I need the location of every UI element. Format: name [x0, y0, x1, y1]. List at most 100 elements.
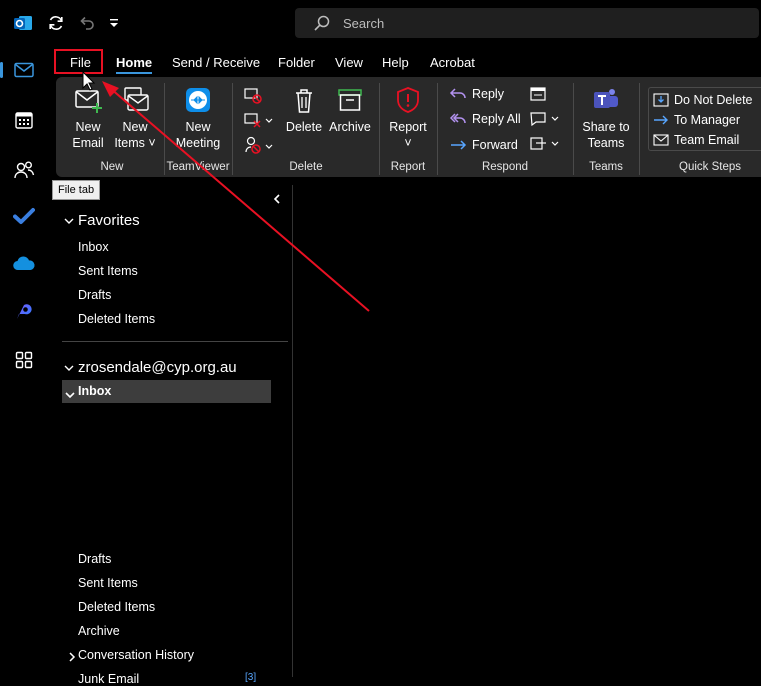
clean-up-icon[interactable]: [244, 111, 274, 132]
folder-junk-email[interactable]: Junk Email: [78, 672, 139, 686]
favorite-deleted-items[interactable]: Deleted Items: [78, 312, 155, 326]
new-email-icon: [75, 90, 102, 113]
archive-label: Archive: [329, 120, 371, 134]
loop-app-button[interactable]: [4, 294, 44, 330]
reply-all-arrow-icon: [449, 113, 466, 124]
more-apps-button[interactable]: [4, 342, 44, 378]
people-icon: [14, 161, 35, 179]
chevron-down-icon: [64, 212, 78, 229]
onedrive-app-button[interactable]: [4, 246, 44, 282]
im-reply-icon[interactable]: [530, 111, 560, 130]
reply-button[interactable]: Reply: [449, 87, 504, 101]
folder-sent-items[interactable]: Sent Items: [78, 576, 138, 590]
reply-all-label: Reply All: [472, 112, 521, 126]
folder-drafts[interactable]: Drafts: [78, 552, 111, 566]
archive-icon: [338, 89, 362, 111]
favorite-drafts[interactable]: Drafts: [78, 288, 111, 302]
tab-acrobat[interactable]: Acrobat: [430, 55, 475, 70]
chevron-down-icon: [64, 359, 78, 376]
more-respond-icon[interactable]: [530, 136, 560, 155]
mail-icon: [14, 62, 34, 78]
move-to-folder-icon: [653, 93, 669, 107]
search-box[interactable]: Search: [295, 8, 759, 38]
inbox-folder-selected[interactable]: Inbox: [62, 380, 271, 403]
tab-view[interactable]: View: [335, 55, 363, 70]
mail-selected-indicator: [0, 62, 3, 78]
new-items-button[interactable]: New Items ˅: [114, 85, 156, 151]
search-placeholder: Search: [343, 16, 385, 31]
favorites-header[interactable]: Favorites: [64, 212, 140, 229]
share-teams-label-2: Teams: [587, 136, 625, 150]
share-to-teams-button[interactable]: Share to Teams: [580, 85, 632, 151]
group-quick-steps-label: Quick Steps: [679, 161, 741, 173]
todo-app-button[interactable]: [4, 198, 44, 234]
new-meeting-button[interactable]: New Meeting: [170, 85, 226, 151]
ribbon-divider: [232, 83, 233, 175]
forward-button[interactable]: Forward: [449, 138, 518, 152]
new-items-label-1: New: [122, 120, 148, 134]
report-button[interactable]: Report ˅: [386, 85, 430, 151]
sync-icon[interactable]: [45, 12, 67, 34]
mail-app-button[interactable]: [0, 52, 44, 88]
ribbon-divider: [437, 83, 438, 175]
quick-step-do-not-delete[interactable]: Do Not Delete: [653, 93, 753, 107]
folder-conversation-history[interactable]: Conversation History: [78, 648, 194, 662]
folder-archive[interactable]: Archive: [78, 624, 120, 638]
group-report-label: Report: [390, 161, 426, 173]
folder-deleted-items[interactable]: Deleted Items: [78, 600, 155, 614]
quick-step-label: Team Email: [674, 133, 740, 147]
tab-home[interactable]: Home: [116, 55, 152, 70]
new-meeting-label-2: Meeting: [175, 136, 221, 150]
tab-folder[interactable]: Folder: [278, 55, 315, 70]
file-tab-tooltip: File tab: [52, 180, 101, 200]
quick-step-team-email[interactable]: Team Email: [653, 133, 739, 147]
customize-toolbar-icon[interactable]: [103, 12, 125, 34]
onedrive-cloud-icon: [13, 256, 35, 271]
quick-step-to-manager[interactable]: To Manager: [653, 113, 740, 127]
meeting-reply-icon[interactable]: [530, 86, 548, 105]
reply-all-button[interactable]: Reply All: [449, 112, 521, 126]
favorite-sent-items[interactable]: Sent Items: [78, 264, 138, 278]
reply-arrow-icon: [449, 88, 466, 99]
divider: [62, 341, 288, 342]
group-delete-label: Delete: [289, 161, 323, 173]
account-header[interactable]: zrosendale@cyp.org.au: [64, 359, 237, 376]
favorites-title: Favorites: [78, 212, 140, 229]
new-email-button[interactable]: New Email: [68, 85, 108, 151]
junk-icon[interactable]: [244, 135, 274, 158]
group-teams-label: Teams: [589, 161, 623, 173]
apps-grid-icon: [15, 351, 33, 369]
new-email-label-1: New: [75, 120, 101, 134]
delete-button[interactable]: Delete: [284, 85, 324, 135]
new-items-label-2: Items ˅: [114, 136, 156, 150]
app-rail: [0, 48, 48, 677]
teamviewer-icon: [186, 88, 210, 112]
archive-button[interactable]: Archive: [328, 85, 372, 135]
teams-icon: [594, 89, 618, 108]
collapse-pane-chevron-icon[interactable]: [272, 193, 282, 208]
delete-label: Delete: [285, 120, 323, 134]
report-dropdown-chevron-icon: ˅: [404, 136, 412, 150]
message-list-area[interactable]: [293, 185, 761, 677]
ribbon-divider: [164, 83, 165, 175]
undo-icon[interactable]: [76, 12, 98, 34]
forward-arrow-icon: [451, 140, 467, 150]
account-email: zrosendale@cyp.org.au: [78, 359, 237, 376]
report-label: Report: [389, 120, 427, 134]
people-app-button[interactable]: [4, 152, 44, 188]
tab-help[interactable]: Help: [382, 55, 409, 70]
inbox-label: Inbox: [78, 384, 112, 398]
group-respond-label: Respond: [481, 161, 529, 173]
mail-icon: [653, 134, 669, 146]
calendar-icon: [15, 112, 33, 129]
trash-icon: [296, 89, 312, 113]
favorite-inbox[interactable]: Inbox: [78, 240, 109, 254]
chevron-right-icon[interactable]: [68, 650, 76, 665]
calendar-app-button[interactable]: [4, 102, 44, 138]
ignore-icon[interactable]: [244, 87, 264, 108]
ribbon-divider: [379, 83, 380, 175]
loop-icon: [17, 304, 32, 319]
report-shield-icon: [397, 87, 419, 113]
tab-send-receive[interactable]: Send / Receive: [172, 55, 260, 70]
new-meeting-label-1: New: [185, 120, 211, 134]
